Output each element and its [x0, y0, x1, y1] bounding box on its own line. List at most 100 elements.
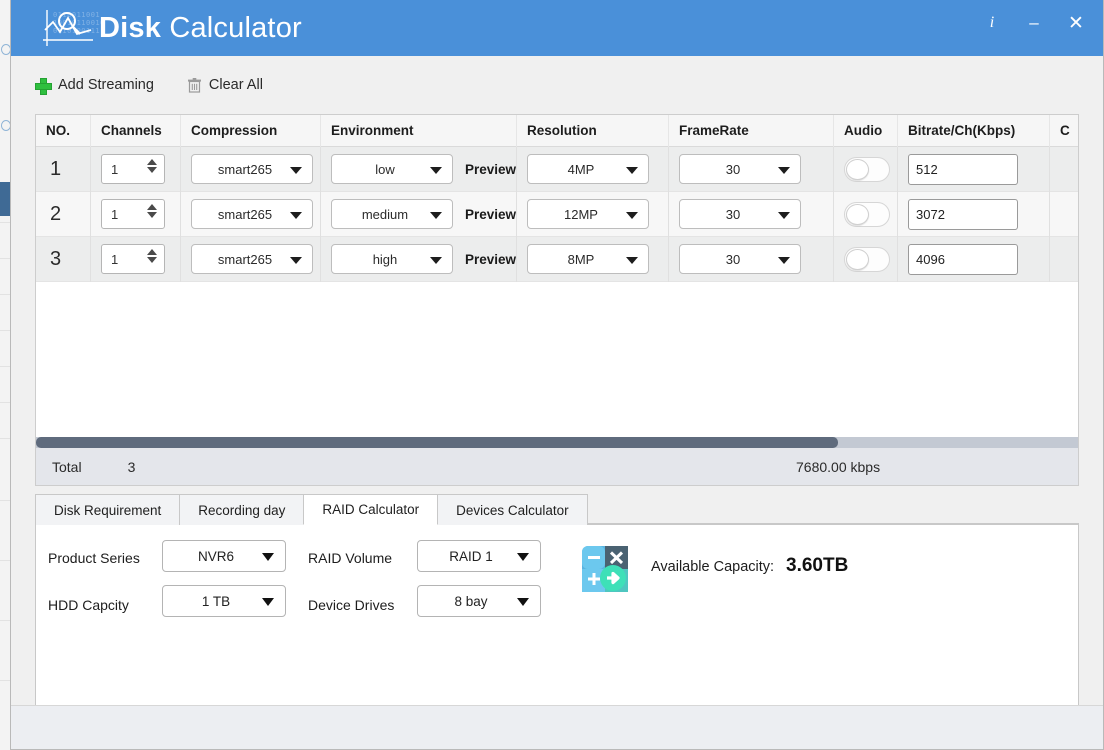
resolution-cell: 4MP [517, 146, 669, 192]
scrollbar-thumb[interactable] [36, 437, 839, 448]
clear-all-button[interactable]: Clear All [187, 77, 263, 93]
audio-toggle[interactable] [844, 201, 890, 227]
hdd-capacity-dropdown[interactable]: 1 TB [162, 585, 286, 617]
preview-link[interactable]: Preview [465, 207, 516, 222]
resolution-dropdown[interactable]: 12MP [527, 199, 649, 229]
stepper-down-icon[interactable] [147, 167, 157, 173]
calculator-icon[interactable] [582, 546, 628, 592]
column-header-channels: Channels [91, 115, 181, 147]
framerate-value: 30 [725, 161, 741, 177]
audio-toggle[interactable] [844, 246, 890, 272]
chevron-down-icon [429, 167, 442, 174]
stepper-arrows[interactable] [147, 249, 157, 263]
bitrate-cell [898, 236, 1050, 282]
tab-bar: Disk Requirement Recording day RAID Calc… [35, 494, 1079, 525]
resolution-value: 12MP [564, 206, 598, 222]
channels-stepper[interactable]: 1 [101, 199, 165, 229]
tab-filler [586, 494, 1079, 524]
info-icon[interactable]: i [979, 10, 1005, 36]
table-header-row: NO. Channels Compression Environment Res… [36, 115, 1078, 147]
bitrate-input[interactable] [908, 153, 1018, 185]
minimize-icon[interactable]: – [1021, 10, 1047, 36]
horizontal-scrollbar[interactable] [35, 437, 1079, 448]
compression-dropdown[interactable]: smart265 [191, 199, 313, 229]
environment-cell: high Preview [321, 236, 517, 282]
channels-stepper[interactable]: 1 [101, 154, 165, 184]
stepper-down-icon[interactable] [147, 212, 157, 218]
chevron-down-icon [290, 257, 302, 264]
compression-value: smart265 [217, 206, 273, 222]
cutoff-cell [1050, 237, 1078, 282]
column-header-environment: Environment [321, 115, 517, 147]
hdd-capacity-value: 1 TB [201, 593, 231, 609]
compression-cell: smart265 [181, 236, 321, 282]
stepper-up-icon[interactable] [147, 249, 157, 255]
chevron-down-icon [262, 598, 274, 606]
hdd-capacity-label: HDD Capcity [48, 597, 129, 613]
close-icon[interactable]: ✕ [1063, 10, 1089, 36]
chevron-down-icon [290, 167, 302, 174]
preview-link[interactable]: Preview [465, 252, 516, 267]
resolution-cell: 8MP [517, 236, 669, 282]
stepper-down-icon[interactable] [147, 257, 157, 263]
available-capacity-label: Available Capacity: [651, 559, 775, 575]
resolution-dropdown[interactable]: 4MP [527, 154, 649, 184]
raid-volume-value: RAID 1 [449, 548, 493, 564]
tab-recording-day[interactable]: Recording day [179, 494, 305, 525]
compression-dropdown[interactable]: smart265 [191, 244, 313, 274]
chevron-down-icon [626, 167, 638, 174]
raid-volume-label: RAID Volume [308, 550, 393, 566]
environment-dropdown[interactable]: low [331, 154, 453, 184]
stepper-arrows[interactable] [147, 159, 157, 173]
app-title-light: Calculator [161, 11, 302, 44]
product-series-label: Product Series [48, 550, 140, 566]
resolution-cell: 12MP [517, 191, 669, 237]
tab-devices-calculator[interactable]: Devices Calculator [437, 494, 588, 525]
tab-disk-requirement[interactable]: Disk Requirement [35, 494, 181, 525]
clear-all-label: Clear All [208, 77, 263, 93]
framerate-dropdown[interactable]: 30 [679, 199, 801, 229]
compression-dropdown[interactable]: smart265 [191, 154, 313, 184]
disk-calculator-window: 0110011001 10010110010 0110100111 Disk C… [10, 0, 1104, 750]
stepper-up-icon[interactable] [147, 204, 157, 210]
framerate-dropdown[interactable]: 30 [679, 244, 801, 274]
cutoff-cell [1050, 192, 1078, 237]
chevron-down-icon [429, 212, 442, 219]
total-label: Total [52, 458, 82, 475]
framerate-dropdown[interactable]: 30 [679, 154, 801, 184]
stepper-arrows[interactable] [147, 204, 157, 218]
channels-stepper[interactable]: 1 [101, 244, 165, 274]
total-bitrate: 7680.00 kbps [796, 458, 881, 475]
row-number: 1 [36, 146, 91, 192]
resolution-value: 8MP [567, 251, 595, 267]
device-drives-dropdown[interactable]: 8 bay [417, 585, 541, 617]
available-capacity-value: 3.60TB [786, 555, 849, 576]
add-streaming-button[interactable]: Add Streaming [35, 77, 154, 95]
compression-cell: smart265 [181, 146, 321, 192]
audio-toggle[interactable] [844, 156, 890, 182]
raid-volume-dropdown[interactable]: RAID 1 [417, 540, 541, 572]
column-header-cutoff: C [1060, 122, 1070, 138]
toggle-knob [846, 248, 869, 270]
channels-value: 1 [111, 206, 119, 222]
app-logo-icon: 0110011001 10010110010 0110100111 [41, 8, 101, 48]
plus-icon [35, 77, 52, 95]
preview-link[interactable]: Preview [465, 162, 516, 177]
environment-dropdown[interactable]: high [331, 244, 453, 274]
environment-value: low [375, 161, 395, 177]
product-series-dropdown[interactable]: NVR6 [162, 540, 286, 572]
environment-value: high [372, 251, 398, 267]
raid-calculator-panel: Product Series NVR6 RAID Volume RAID 1 H… [35, 525, 1079, 707]
toggle-knob [846, 203, 869, 225]
tab-raid-calculator[interactable]: RAID Calculator [303, 494, 439, 525]
environment-dropdown[interactable]: medium [331, 199, 453, 229]
audio-cell [834, 236, 898, 282]
window-controls: i – ✕ [979, 10, 1089, 36]
bitrate-input[interactable] [908, 198, 1018, 230]
bitrate-input[interactable] [908, 243, 1018, 275]
framerate-value: 30 [725, 251, 741, 267]
stepper-up-icon[interactable] [147, 159, 157, 165]
column-header-resolution: Resolution [517, 115, 669, 147]
resolution-dropdown[interactable]: 8MP [527, 244, 649, 274]
chevron-down-icon [517, 553, 529, 561]
